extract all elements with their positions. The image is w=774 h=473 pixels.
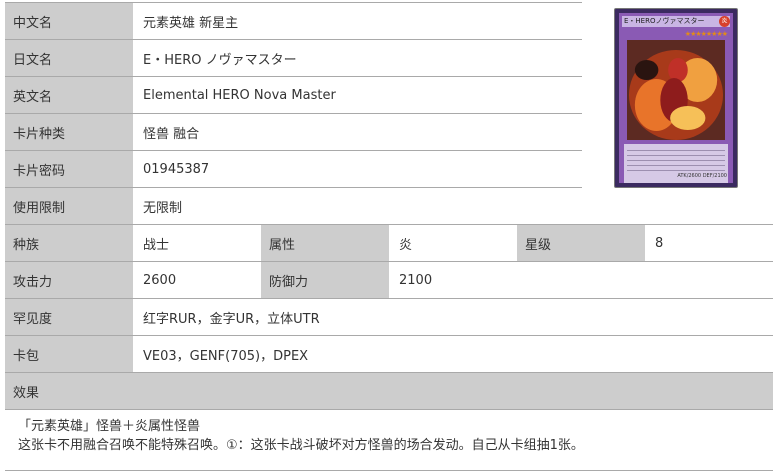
label-level: 星级 (517, 225, 645, 261)
value-cn-name: 元素英雄 新星主 (133, 3, 582, 39)
row-limit: 使用限制 无限制 (5, 188, 773, 224)
value-level: 8 (645, 225, 773, 261)
card-frame: E・HEROノヴァマスター 炎 ★★★★★★★★ ATK/2600 DEF/21… (619, 13, 733, 183)
row-atk-def: 攻击力 2600 防御力 2100 (5, 262, 773, 298)
row-card-type: 卡片种类 怪兽 融合 (5, 114, 582, 150)
label-def: 防御力 (261, 262, 389, 298)
row-effect-header: 效果 (5, 373, 773, 409)
row-password: 卡片密码 01945387 (5, 151, 582, 187)
row-jp-name: 日文名 E・HERO ノヴァマスター (5, 40, 582, 76)
label-password: 卡片密码 (5, 151, 133, 187)
value-en-name: Elemental HERO Nova Master (133, 77, 582, 113)
label-attribute: 属性 (261, 225, 389, 261)
value-attribute: 炎 (389, 225, 517, 261)
row-race-attr-level: 种族 战士 属性 炎 星级 8 (5, 225, 773, 261)
effect-line-materials: 「元素英雄」怪兽＋炎属性怪兽 (18, 419, 201, 434)
label-pack: 卡包 (5, 336, 133, 372)
value-def: 2100 (389, 262, 773, 298)
card-image: E・HEROノヴァマスター 炎 ★★★★★★★★ ATK/2600 DEF/21… (614, 8, 738, 188)
value-rarity: 红字RUR，金字UR，立体UTR (133, 299, 773, 335)
row-pack: 卡包 VE03，GENF(705)，DPEX (5, 336, 773, 372)
level-stars-icon: ★★★★★★★★ (684, 30, 728, 38)
label-effect: 效果 (5, 373, 773, 409)
value-limit: 无限制 (133, 188, 773, 224)
label-jp-name: 日文名 (5, 40, 133, 76)
value-race: 战士 (133, 225, 261, 261)
value-jp-name: E・HERO ノヴァマスター (133, 40, 582, 76)
effect-line-description: 这张卡不用融合召唤不能特殊召唤。①：这张卡战斗破坏对方怪兽的场合发动。自己从卡组… (18, 438, 584, 453)
card-image-name: E・HEROノヴァマスター (622, 16, 730, 27)
label-card-type: 卡片种类 (5, 114, 133, 150)
row-rarity: 罕见度 红字RUR，金字UR，立体UTR (5, 299, 773, 335)
row-en-name: 英文名 Elemental HERO Nova Master (5, 77, 582, 113)
card-info-table: 中文名 元素英雄 新星主 日文名 E・HERO ノヴァマスター 英文名 Elem… (0, 0, 774, 473)
label-cn-name: 中文名 (5, 3, 133, 39)
label-race: 种族 (5, 225, 133, 261)
fire-attribute-icon: 炎 (719, 16, 730, 27)
value-atk: 2600 (133, 262, 261, 298)
card-artwork (627, 40, 725, 140)
label-rarity: 罕见度 (5, 299, 133, 335)
value-card-type: 怪兽 融合 (133, 114, 582, 150)
label-en-name: 英文名 (5, 77, 133, 113)
card-image-stats: ATK/2600 DEF/2100 (677, 173, 727, 179)
effect-text: 「元素英雄」怪兽＋炎属性怪兽 这张卡不用融合召唤不能特殊召唤。①：这张卡战斗破坏… (18, 417, 584, 455)
value-password: 01945387 (133, 151, 582, 187)
value-pack: VE03，GENF(705)，DPEX (133, 336, 773, 372)
row-cn-name: 中文名 元素英雄 新星主 (5, 3, 582, 39)
label-limit: 使用限制 (5, 188, 133, 224)
label-atk: 攻击力 (5, 262, 133, 298)
